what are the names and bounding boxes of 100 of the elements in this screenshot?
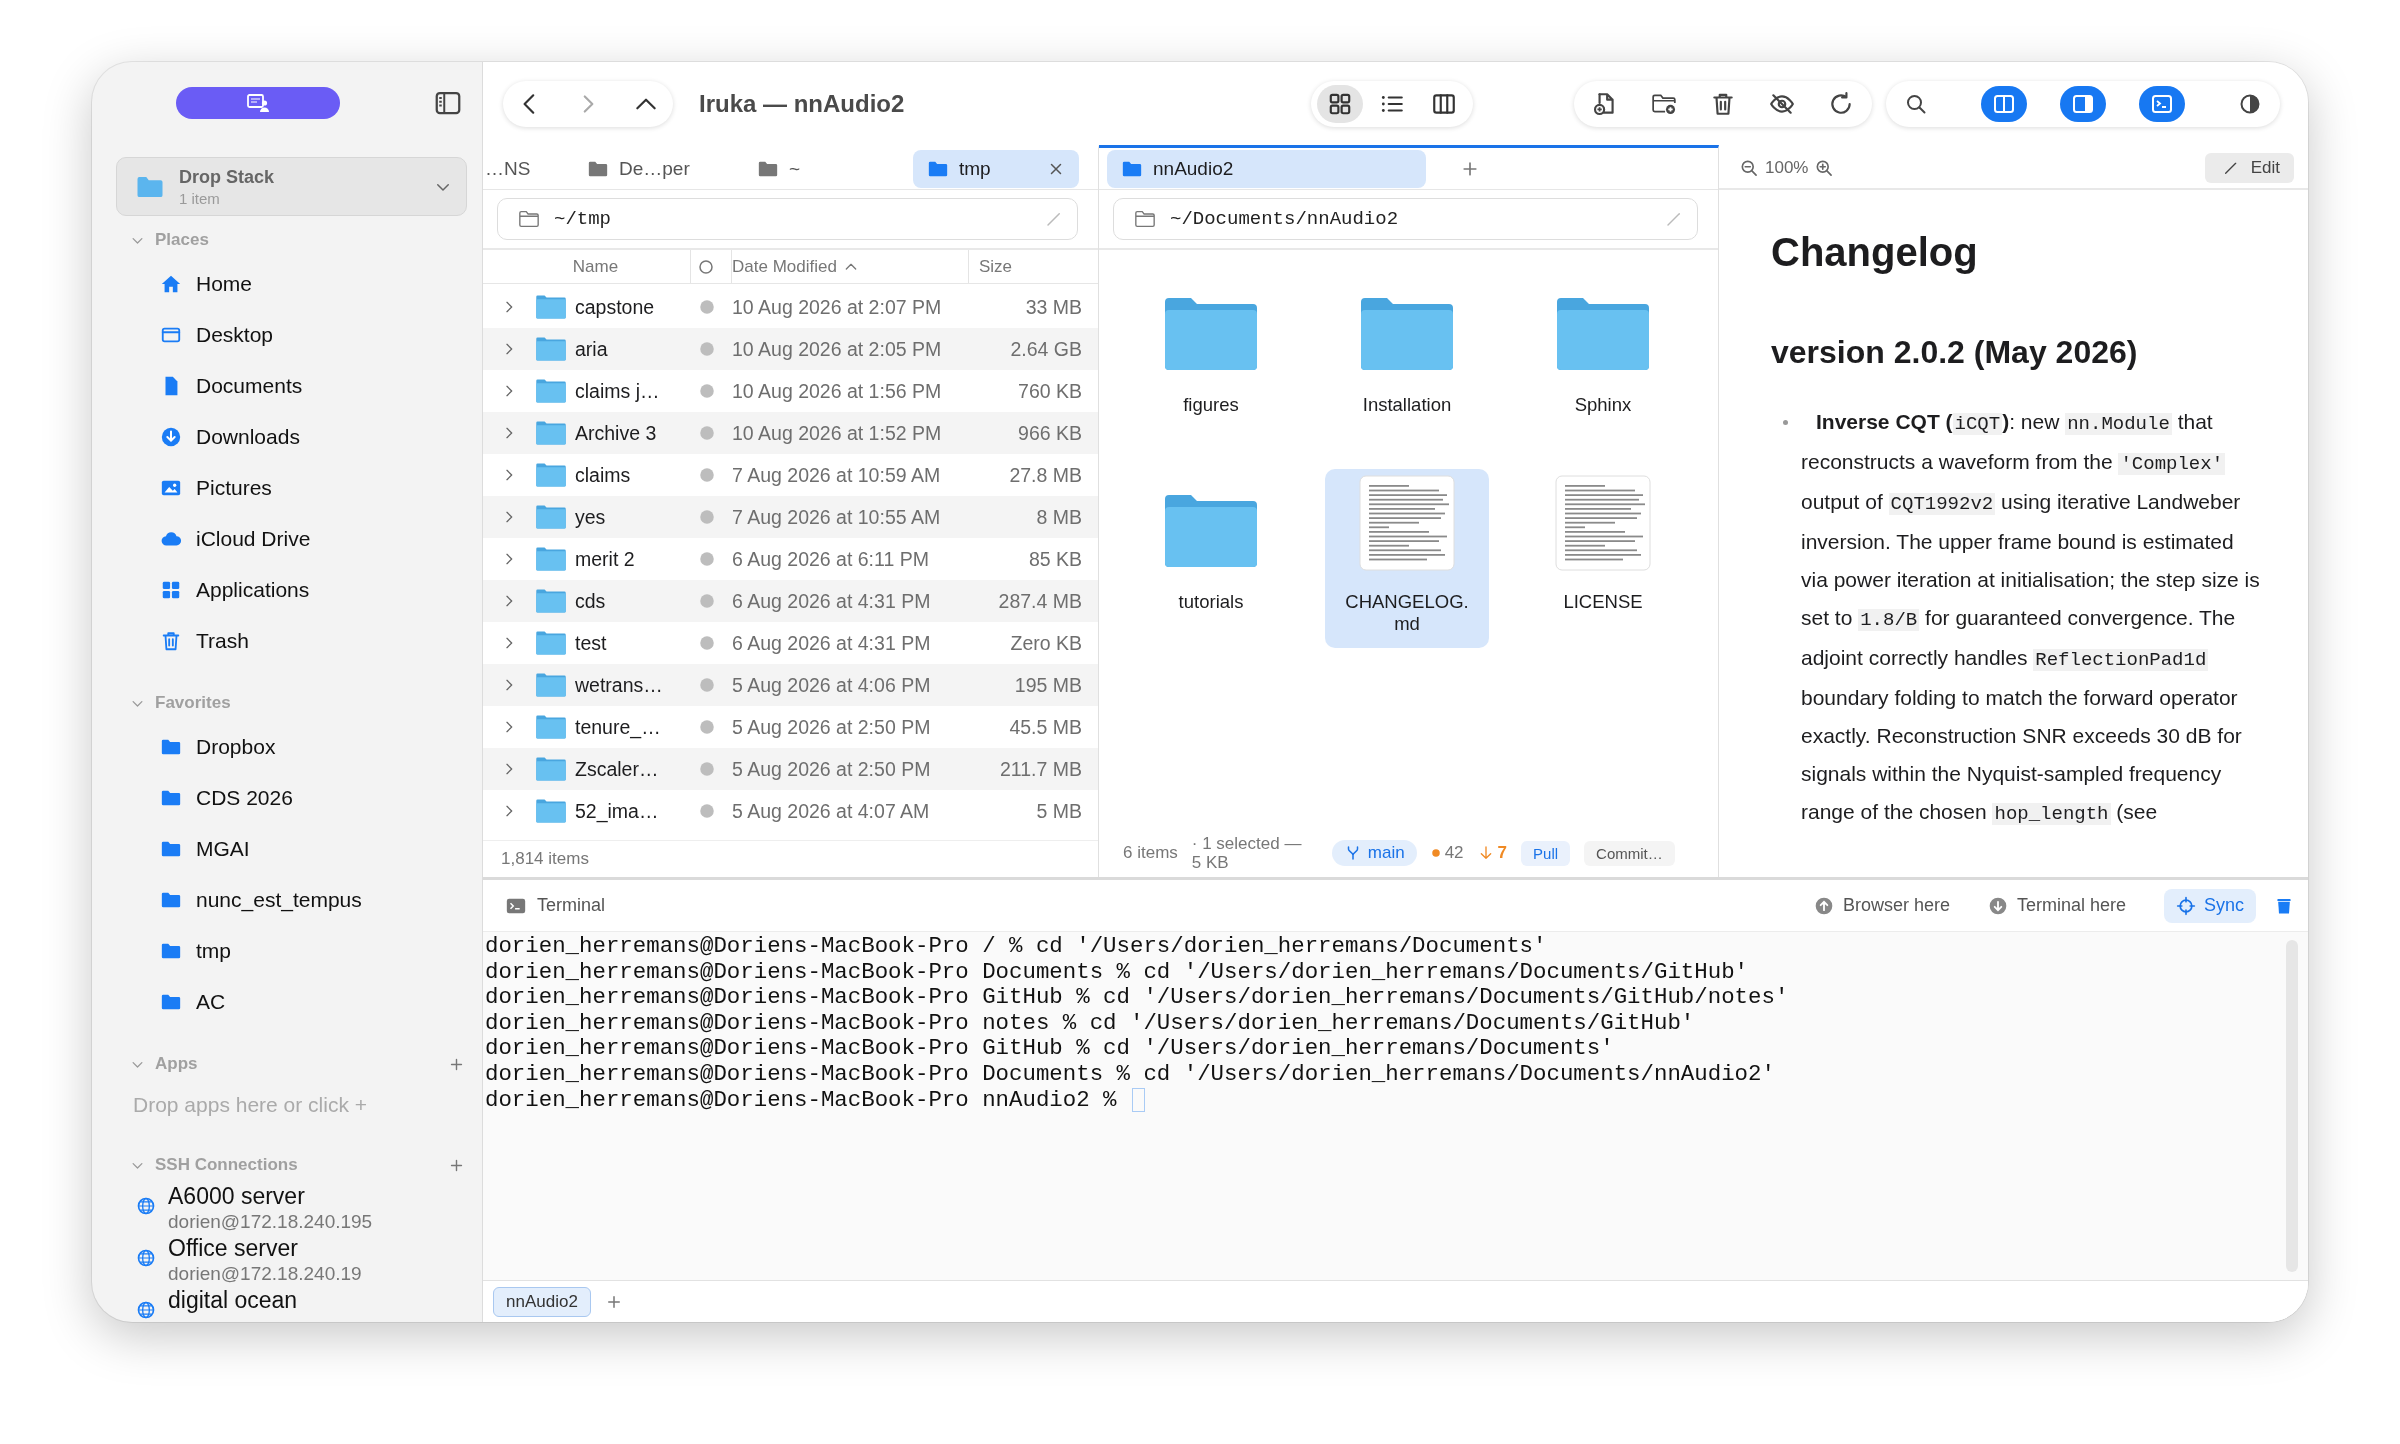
terminal-action[interactable]: Terminal here xyxy=(1987,895,2126,916)
tab[interactable]: tmp xyxy=(913,149,1079,188)
sidebar-item[interactable]: MGAI xyxy=(116,823,467,874)
sidebar-item[interactable]: CDS 2026 xyxy=(116,772,467,823)
sync-button[interactable]: Sync xyxy=(2163,888,2256,923)
table-row[interactable]: 52_ima… 5 Aug 2026 at 4:07 AM 5 MB xyxy=(483,790,1098,832)
drop-hint: Drop apps here or click + xyxy=(132,1092,369,1118)
refresh-icon[interactable] xyxy=(1828,90,1854,117)
table-cell-text: 195 MB xyxy=(1013,673,1082,697)
table-row[interactable]: claims 7 Aug 2026 at 10:59 AM 27.8 MB xyxy=(483,454,1098,496)
terminal-line: dorien_herremans@Doriens-MacBook-Pro notes % cd '/Users/dorien_herremans/Documents/GitHub' xyxy=(485,1010,1695,1037)
column-header[interactable]: Size xyxy=(969,250,1098,283)
table-row[interactable]: aria 10 Aug 2026 at 2:05 PM 2.64 GB xyxy=(483,328,1098,370)
path-field[interactable]: ~/Documents/nnAudio2 xyxy=(1113,198,1698,240)
sidebar-item[interactable]: Documents xyxy=(116,360,467,411)
edit-button[interactable]: Edit xyxy=(2204,153,2294,183)
status-dot-icon xyxy=(698,466,716,484)
drop-stack-title: Drop Stack xyxy=(179,166,276,188)
tab[interactable]: nnAudio2 xyxy=(493,1286,591,1317)
zoom-in-icon[interactable] xyxy=(1814,158,1835,178)
table-row[interactable]: cds 6 Aug 2026 at 4:31 PM 287.4 MB xyxy=(483,580,1098,622)
sidebar-item[interactable]: Desktop xyxy=(116,309,467,360)
zoom-out-icon[interactable] xyxy=(1739,158,1759,178)
column-header[interactable]: Name xyxy=(501,250,691,283)
selection-info: · 1 selected — 5 KB xyxy=(1191,834,1302,872)
sidebar-item[interactable]: Applications xyxy=(116,564,467,615)
globe-icon[interactable] xyxy=(136,1248,156,1268)
table-row[interactable]: capstone 10 Aug 2026 at 2:07 PM 33 MB xyxy=(483,286,1098,328)
table-row[interactable]: Archive 3 10 Aug 2026 at 1:52 PM 966 KB xyxy=(483,412,1098,454)
file-name: yes xyxy=(574,505,607,529)
sidebar-item[interactable]: AC xyxy=(116,976,467,1027)
table-row[interactable]: claims j… 10 Aug 2026 at 1:56 PM 760 KB xyxy=(483,370,1098,412)
sidebar-item[interactable]: Home xyxy=(116,258,467,309)
table-cell-text: 45.5 MB xyxy=(1008,715,1082,739)
folder-icon xyxy=(535,378,567,404)
globe-icon[interactable] xyxy=(136,1300,156,1320)
table-cell-text: 6 Aug 2026 at 4:31 PM xyxy=(732,589,932,613)
drop-stack-count: 1 item xyxy=(179,189,221,207)
file-tile[interactable]: Installation xyxy=(1325,272,1489,451)
tab[interactable]: nnAudio2 xyxy=(1107,149,1426,188)
table-row[interactable]: tenure_… 5 Aug 2026 at 2:50 PM 45.5 MB xyxy=(483,706,1098,748)
table-row[interactable]: yes 7 Aug 2026 at 10:55 AM 8 MB xyxy=(483,496,1098,538)
terminal-line: dorien_herremans@Doriens-MacBook-Pro Documents % cd '/Users/dorien_herremans/Documents/GitHub' xyxy=(485,959,1749,986)
file-tile[interactable]: CHANGELOG.md xyxy=(1325,469,1489,648)
sidebar-item[interactable]: Pictures xyxy=(116,462,467,513)
status-dot-icon xyxy=(698,634,716,652)
up-circle-icon xyxy=(1813,895,1834,916)
connection-name[interactable]: digital ocean xyxy=(168,1287,298,1313)
connection-name[interactable]: Office server xyxy=(168,1235,362,1261)
connection-address: dorien@172.18.240.19 xyxy=(168,1262,362,1286)
folder-icon xyxy=(1134,208,1156,230)
table-cell-text: 211.7 MB xyxy=(998,757,1082,781)
circle-icon[interactable] xyxy=(697,257,715,276)
table-row[interactable]: Zscaler… 5 Aug 2026 at 2:50 PM 211.7 MB xyxy=(483,748,1098,790)
file-tile[interactable]: LICENSE xyxy=(1521,469,1685,648)
table-cell-text: 966 KB xyxy=(1017,421,1082,445)
terminal-line: dorien_herremans@Doriens-MacBook-Pro nnAudio2 % xyxy=(485,1087,1118,1114)
section-heading: version 2.0.2 (May 2026) xyxy=(1771,333,2139,372)
folder-icon xyxy=(535,714,567,740)
file-name: wetrans… xyxy=(574,673,664,697)
table-cell-text: 10 Aug 2026 at 2:07 PM xyxy=(732,295,943,319)
view-button[interactable] xyxy=(1316,84,1363,123)
table-row[interactable]: merit 2 6 Aug 2026 at 6:11 PM 85 KB xyxy=(483,538,1098,580)
branch-badge[interactable]: main xyxy=(1331,840,1417,866)
commit-button[interactable]: Commit… xyxy=(1584,840,1675,866)
column-header[interactable]: Date Modified xyxy=(732,250,969,283)
sidebar-item[interactable]: Dropbox xyxy=(116,721,467,772)
file-tile[interactable]: tutorials xyxy=(1129,469,1293,648)
table-cell-text: Zero KB xyxy=(1009,631,1082,655)
sidebar-item[interactable]: nunc_est_tempus xyxy=(116,874,467,925)
tab[interactable]: De…per xyxy=(573,149,739,188)
table-row[interactable]: test 6 Aug 2026 at 4:31 PM Zero KB xyxy=(483,622,1098,664)
panel-toggle[interactable] xyxy=(1981,85,2027,122)
terminal-line: dorien_herremans@Doriens-MacBook-Pro / % cd '/Users/dorien_herremans/Documents' xyxy=(485,934,1547,960)
trash-icon xyxy=(160,629,182,652)
sidebar-item[interactable]: tmp xyxy=(116,925,467,976)
file-tile[interactable]: figures xyxy=(1129,272,1293,451)
status-dot-icon xyxy=(698,718,716,736)
tab[interactable]: ~ xyxy=(743,149,909,188)
tab[interactable]: …NS xyxy=(483,149,569,188)
sidebar-item[interactable]: iCloud Drive xyxy=(116,513,467,564)
sidebar-item[interactable]: Trash xyxy=(116,615,467,666)
sidebar-item[interactable]: Downloads xyxy=(116,411,467,462)
connection-name[interactable]: A6000 server xyxy=(168,1183,373,1209)
window-title: Iruka — nnAudio2 xyxy=(699,89,905,118)
profile-button[interactable] xyxy=(176,86,340,119)
table-cell-text: 6 Aug 2026 at 6:11 PM xyxy=(732,547,930,571)
terminal-action[interactable]: Browser here xyxy=(1813,895,1950,916)
terminal-line: dorien_herremans@Doriens-MacBook-Pro GitHub % cd '/Users/dorien_herremans/Documents/GitHub/notes' xyxy=(485,985,1789,1011)
path-field[interactable]: ~/tmp xyxy=(497,198,1078,240)
panel-title: Terminal xyxy=(537,895,606,916)
panel-toggle[interactable] xyxy=(2139,85,2185,122)
table-row[interactable]: wetrans… 5 Aug 2026 at 4:06 PM 195 MB xyxy=(483,664,1098,706)
section-header: Places xyxy=(155,230,210,250)
globe-icon[interactable] xyxy=(136,1196,156,1216)
panel-toggle[interactable] xyxy=(2060,85,2106,122)
drop-stack[interactable]: Drop Stack 1 item xyxy=(116,157,467,216)
item-count: 1,814 items xyxy=(483,840,1098,877)
file-tile[interactable]: Sphinx xyxy=(1521,272,1685,451)
pull-button[interactable]: Pull xyxy=(1521,840,1571,866)
